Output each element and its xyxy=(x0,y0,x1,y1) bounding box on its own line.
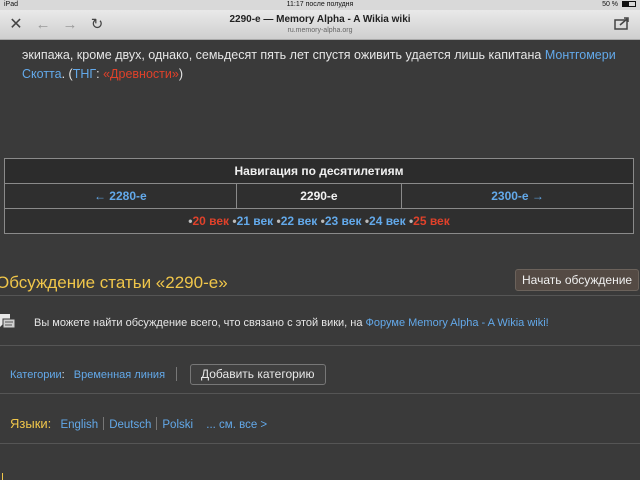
discussion-icon xyxy=(0,312,16,332)
battery-percent: 50 % xyxy=(602,1,619,8)
divider xyxy=(0,345,640,346)
share-icon[interactable] xyxy=(612,15,632,35)
categories-colon: : xyxy=(61,369,65,381)
century-link[interactable]: 25 век xyxy=(413,214,450,228)
languages-row: Языки: English Deutsch Polski ... см. все … xyxy=(10,416,267,431)
battery-status: 50 % xyxy=(602,1,636,8)
discussion-text: Вы можете найти обсуждение всего, что св… xyxy=(34,317,549,329)
article-text: ) xyxy=(178,67,183,81)
browser-toolbar: ✕ ← → ↻ 2290-е — Memory Alpha - A Wikia … xyxy=(0,10,640,40)
add-category-button[interactable]: Добавить категорию xyxy=(190,364,326,385)
century-link[interactable]: 23 век xyxy=(325,214,362,228)
century-links: •20 век •21 век •22 век •23 век •24 век … xyxy=(4,208,634,234)
article-text: . ( xyxy=(61,67,73,81)
divider xyxy=(0,295,640,296)
start-discussion-button[interactable]: Начать обсуждение xyxy=(515,269,640,291)
redlink-relics[interactable]: «Древности» xyxy=(103,67,179,81)
page-content: экипажа, кроме двух, однако, семьдесят п… xyxy=(0,41,640,480)
decade-navigation-table: Навигация по десятилетиям ← 2280-е 2290-… xyxy=(4,158,634,234)
status-bar: iPad 11:17 после полудня 50 % xyxy=(0,0,640,10)
divider xyxy=(0,443,640,444)
forum-link[interactable]: Форуме Memory Alpha - A Wikia wiki! xyxy=(366,317,549,329)
century-link[interactable]: 21 век xyxy=(237,214,274,228)
partial-heading-mark xyxy=(2,473,8,480)
divider xyxy=(0,393,640,394)
separator xyxy=(176,367,178,381)
lang-polski[interactable]: Polski xyxy=(162,419,193,431)
categories-label[interactable]: Категории xyxy=(10,369,62,381)
languages-label: Языки: xyxy=(10,416,52,431)
close-icon[interactable]: ✕ xyxy=(6,15,26,35)
discussion-heading: Обсуждение статьи «2290-е» xyxy=(0,273,228,292)
link-montgomery[interactable]: Монтгомери xyxy=(545,48,616,62)
article-text: экипажа, кроме двух, однако, семьдесят п… xyxy=(22,48,545,62)
back-arrow-icon[interactable]: ← xyxy=(33,15,53,35)
article-paragraph: экипажа, кроме двух, однако, семьдесят п… xyxy=(22,46,640,84)
clock: 11:17 после полудня xyxy=(286,1,354,8)
separator xyxy=(103,417,105,430)
current-decade: 2290-е xyxy=(235,183,403,209)
address-bar[interactable]: ru.memory-alpha.org xyxy=(120,27,520,34)
link-scott[interactable]: Скотта xyxy=(22,67,62,81)
link-tng[interactable]: ТНГ xyxy=(73,67,96,81)
century-link[interactable]: 20 век xyxy=(192,214,229,228)
prev-decade-link[interactable]: ← 2280-е xyxy=(4,183,237,209)
see-all-languages-link[interactable]: ... см. все > xyxy=(206,419,267,431)
categories-row: Категории: Временная линия xyxy=(10,367,183,381)
lang-deutsch[interactable]: Deutsch xyxy=(109,419,151,431)
nav-header: Навигация по десятилетиям xyxy=(4,158,634,184)
forward-arrow-icon[interactable]: → xyxy=(60,15,80,35)
page-title: 2290-е — Memory Alpha - A Wikia wiki xyxy=(229,14,411,25)
century-link[interactable]: 22 век xyxy=(281,214,318,228)
separator xyxy=(156,417,158,430)
discussion-text-body: Вы можете найти обсуждение всего, что св… xyxy=(34,317,366,329)
century-link[interactable]: 24 век xyxy=(369,214,406,228)
lang-english[interactable]: English xyxy=(60,419,98,431)
reload-icon[interactable]: ↻ xyxy=(87,15,107,35)
battery-icon xyxy=(622,1,636,7)
category-timeline[interactable]: Временная линия xyxy=(74,369,165,381)
next-decade-link[interactable]: 2300-е → xyxy=(401,183,634,209)
